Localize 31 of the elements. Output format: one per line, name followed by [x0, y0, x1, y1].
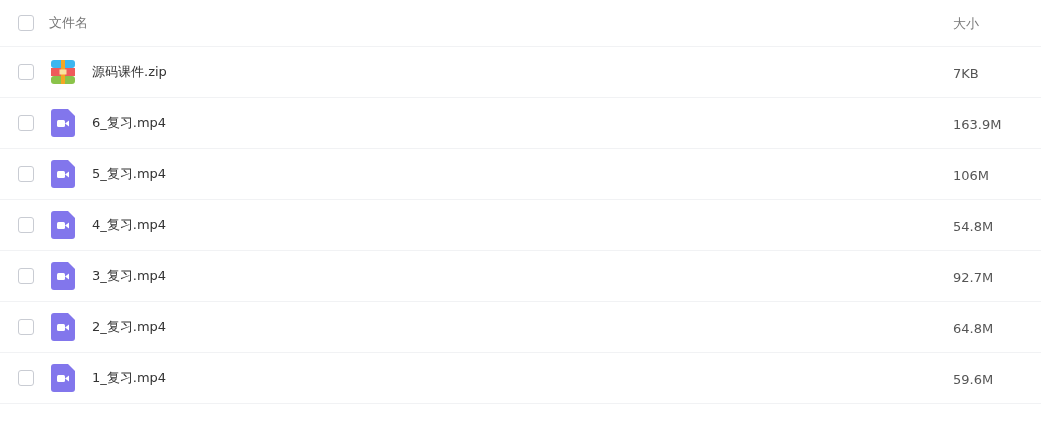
- row-checkbox[interactable]: [18, 115, 34, 131]
- archive-icon: [51, 60, 75, 84]
- file-size: 59.6M: [953, 371, 994, 387]
- file-size: 106M: [953, 167, 990, 183]
- row-checkbox[interactable]: [18, 64, 34, 80]
- file-name[interactable]: 2_复习.mp4: [92, 318, 167, 336]
- file-size: 92.7M: [953, 269, 994, 285]
- file-size: 7KB: [953, 65, 979, 81]
- file-name[interactable]: 4_复习.mp4: [92, 216, 167, 234]
- video-file-icon: [51, 364, 75, 392]
- row-checkbox[interactable]: [18, 319, 34, 335]
- video-file-icon: [51, 313, 75, 341]
- file-size: 54.8M: [953, 218, 994, 234]
- column-header[interactable]: 文件名: [49, 14, 88, 32]
- file-name[interactable]: 源码课件.zip: [92, 63, 167, 81]
- column-header[interactable]: 大小: [953, 16, 979, 31]
- video-file-icon: [51, 211, 75, 239]
- file-size: 163.9M: [953, 116, 1002, 132]
- row-checkbox[interactable]: [18, 268, 34, 284]
- file-name[interactable]: 1_复习.mp4: [92, 369, 167, 387]
- row-checkbox[interactable]: [18, 217, 34, 233]
- video-file-icon: [51, 262, 75, 290]
- row-checkbox[interactable]: [18, 370, 34, 386]
- select-all-checkbox[interactable]: [18, 15, 34, 31]
- row-checkbox[interactable]: [18, 166, 34, 182]
- video-file-icon: [51, 160, 75, 188]
- file-name[interactable]: 3_复习.mp4: [92, 267, 167, 285]
- file-name[interactable]: 6_复习.mp4: [92, 114, 167, 132]
- video-file-icon: [51, 109, 75, 137]
- file-name[interactable]: 5_复习.mp4: [92, 165, 167, 183]
- file-size: 64.8M: [953, 320, 994, 336]
